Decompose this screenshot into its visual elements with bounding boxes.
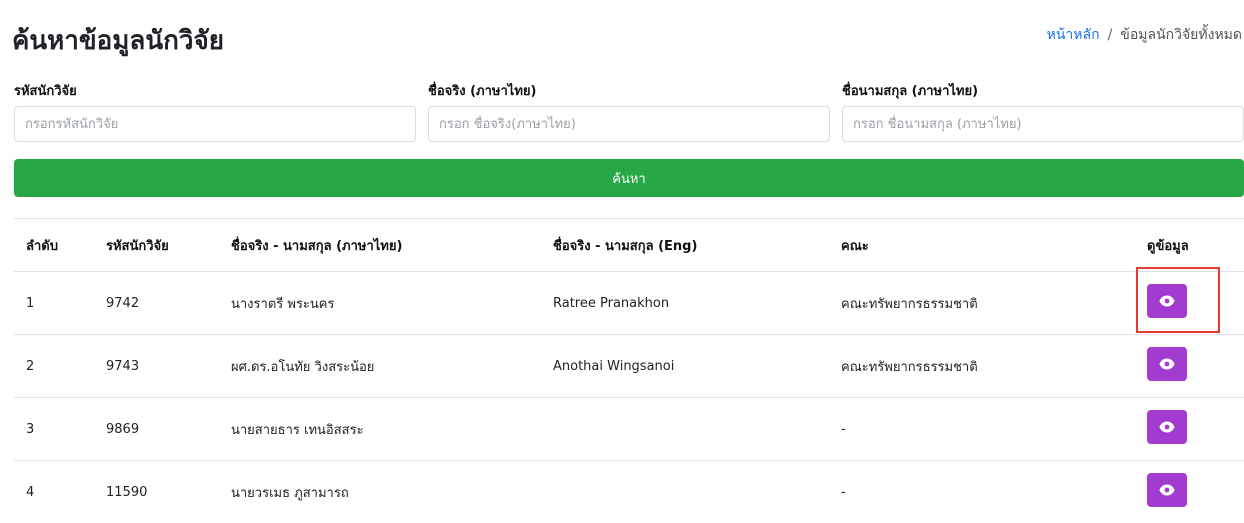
breadcrumb-home-link[interactable]: หน้าหลัก: [1047, 27, 1100, 43]
page-title: ค้นหาข้อมูลนักวิจัย: [12, 20, 224, 61]
cell-order: 2: [14, 335, 94, 398]
researcher-id-label: รหัสนักวิจัย: [14, 80, 77, 101]
table-row: 3 9869 นายสายธาร เทนอิสสระ -: [14, 398, 1244, 461]
cell-name-en: Anothai Wingsanoi: [541, 335, 829, 398]
breadcrumb-separator: /: [1108, 27, 1113, 43]
eye-icon: [1159, 358, 1175, 370]
cell-view: [1135, 398, 1244, 461]
cell-researcher-id: 9869: [94, 398, 219, 461]
first-name-th-input[interactable]: [428, 106, 830, 142]
table-row: 4 11590 นายวรเมธ ภูสามารถ -: [14, 461, 1244, 523]
cell-name-th: ผศ.ดร.อโนทัย วิงสระน้อย: [219, 335, 541, 398]
cell-order: 1: [14, 272, 94, 335]
view-button[interactable]: [1147, 410, 1187, 444]
cell-name-th: นายสายธาร เทนอิสสระ: [219, 398, 541, 461]
page-header: ค้นหาข้อมูลนักวิจัย หน้าหลัก/ข้อมูลนักวิ…: [12, 14, 1242, 54]
eye-icon: [1159, 421, 1175, 433]
cell-faculty: คณะทรัพยากรธรรมชาติ: [829, 335, 1135, 398]
header-view: ดูข้อมูล: [1135, 219, 1244, 272]
search-button[interactable]: ค้นหา: [14, 159, 1244, 197]
header-name-th: ชื่อจริง - นามสกุล (ภาษาไทย): [219, 219, 541, 272]
eye-icon: [1159, 295, 1175, 307]
cell-view: [1135, 461, 1244, 523]
cell-order: 4: [14, 461, 94, 523]
eye-icon: [1159, 484, 1175, 496]
view-button[interactable]: [1147, 347, 1187, 381]
cell-researcher-id: 11590: [94, 461, 219, 523]
cell-researcher-id: 9743: [94, 335, 219, 398]
cell-name-th: นางราตรี พระนคร: [219, 272, 541, 335]
cell-name-en: Ratree Pranakhon: [541, 272, 829, 335]
view-button[interactable]: [1147, 284, 1187, 318]
cell-name-en: [541, 398, 829, 461]
researcher-table: ลำดับ รหัสนักวิจัย ชื่อจริง - นามสกุล (ภ…: [14, 218, 1244, 523]
researcher-id-input[interactable]: [14, 106, 416, 142]
header-faculty: คณะ: [829, 219, 1135, 272]
cell-faculty: -: [829, 461, 1135, 523]
cell-view: [1135, 272, 1244, 335]
first-name-th-label: ชื่อจริง (ภาษาไทย): [428, 80, 536, 101]
breadcrumb-current: ข้อมูลนักวิจัยทั้งหมด: [1120, 27, 1242, 43]
cell-researcher-id: 9742: [94, 272, 219, 335]
header-order: ลำดับ: [14, 219, 94, 272]
cell-name-th: นายวรเมธ ภูสามารถ: [219, 461, 541, 523]
header-researcher-id: รหัสนักวิจัย: [94, 219, 219, 272]
cell-faculty: -: [829, 398, 1135, 461]
view-button[interactable]: [1147, 473, 1187, 507]
table-header-row: ลำดับ รหัสนักวิจัย ชื่อจริง - นามสกุล (ภ…: [14, 219, 1244, 272]
breadcrumb: หน้าหลัก / ข้อมูลนักวิจัยทั้งหมด: [1047, 24, 1242, 46]
cell-name-en: [541, 461, 829, 523]
cell-faculty: คณะทรัพยากรธรรมชาติ: [829, 272, 1135, 335]
cell-view: [1135, 335, 1244, 398]
cell-order: 3: [14, 398, 94, 461]
header-name-en: ชื่อจริง - นามสกุล (Eng): [541, 219, 829, 272]
table-row: 1 9742 นางราตรี พระนคร Ratree Pranakhon …: [14, 272, 1244, 335]
last-name-th-label: ชื่อนามสกุล (ภาษาไทย): [842, 80, 978, 101]
table-row: 2 9743 ผศ.ดร.อโนทัย วิงสระน้อย Anothai W…: [14, 335, 1244, 398]
last-name-th-input[interactable]: [842, 106, 1244, 142]
